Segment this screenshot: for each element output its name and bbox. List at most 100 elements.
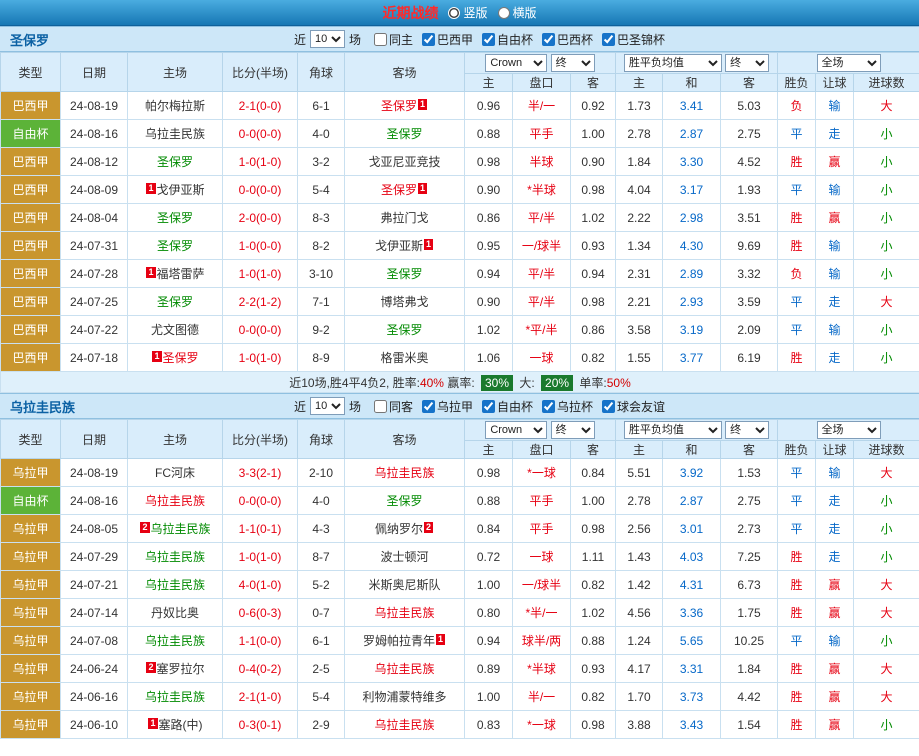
team-name[interactable]: 乌拉圭民族 <box>145 127 205 141</box>
horizontal-layout-radio[interactable] <box>498 7 510 19</box>
team-name[interactable]: 福塔雷萨 <box>157 267 205 281</box>
score-cell[interactable]: 2-1(0-0) <box>223 92 298 120</box>
asia-home-odds: 0.84 <box>465 515 513 543</box>
filter-checkbox[interactable] <box>374 400 387 413</box>
filter-option[interactable]: 自由杯 <box>482 31 533 48</box>
team-name[interactable]: 圣保罗 <box>157 211 193 225</box>
team-name-title[interactable]: 乌拉圭民族 <box>10 397 75 416</box>
team-name[interactable]: 帕尔梅拉斯 <box>145 99 205 113</box>
vertical-layout-radio[interactable] <box>448 7 460 19</box>
team-name[interactable]: 罗姆帕拉青年 <box>363 634 435 648</box>
filter-option[interactable]: 巴西杯 <box>542 31 593 48</box>
score-cell[interactable]: 1-0(1-0) <box>223 148 298 176</box>
team-name[interactable]: 圣保罗 <box>157 239 193 253</box>
team-name[interactable]: 弗拉门戈 <box>380 211 428 225</box>
team-name[interactable]: 乌拉圭民族 <box>374 466 434 480</box>
score-cell[interactable]: 1-1(0-1) <box>223 515 298 543</box>
team-name[interactable]: 乌拉圭民族 <box>145 550 205 564</box>
score-cell[interactable]: 0-0(0-0) <box>223 487 298 515</box>
europe-final-select[interactable]: 终 <box>725 54 769 72</box>
team-name[interactable]: 戈伊亚斯 <box>375 239 423 253</box>
team-name[interactable]: 圣保罗 <box>381 183 417 197</box>
filter-checkbox[interactable] <box>422 400 435 413</box>
score-cell[interactable]: 0-0(0-0) <box>223 316 298 344</box>
team-name[interactable]: 圣保罗 <box>386 267 422 281</box>
match-count-select[interactable]: 10 <box>310 397 345 415</box>
team-name[interactable]: 尤文图德 <box>151 323 199 337</box>
team-name[interactable]: 利物浦蒙特维多 <box>362 690 446 704</box>
scope-select[interactable]: 全场 <box>817 54 881 72</box>
match-count-select[interactable]: 10 <box>310 30 345 48</box>
score-cell[interactable]: 0-6(0-3) <box>223 599 298 627</box>
score-cell[interactable]: 2-2(1-2) <box>223 288 298 316</box>
score-cell[interactable]: 1-0(1-0) <box>223 344 298 372</box>
score-cell[interactable]: 0-3(0-1) <box>223 711 298 739</box>
filter-option[interactable]: 巴西甲 <box>422 31 473 48</box>
layout-option-horizontal[interactable]: 横版 <box>498 4 537 21</box>
team-name[interactable]: 丹奴比奥 <box>151 606 199 620</box>
filter-checkbox[interactable] <box>482 400 495 413</box>
score-cell[interactable]: 1-0(1-0) <box>223 543 298 571</box>
asia-final-select[interactable]: 终 <box>551 421 595 439</box>
filter-option[interactable]: 巴圣锦杯 <box>602 31 665 48</box>
team-name[interactable]: 米斯奥尼斯队 <box>368 578 440 592</box>
asia-final-select[interactable]: 终 <box>551 54 595 72</box>
filter-option[interactable]: 球会友谊 <box>602 398 665 415</box>
filter-option[interactable]: 同主 <box>374 31 413 48</box>
team-name[interactable]: 戈伊亚斯 <box>157 183 205 197</box>
filter-option[interactable]: 乌拉甲 <box>422 398 473 415</box>
filter-checkbox[interactable] <box>422 33 435 46</box>
score-cell[interactable]: 1-0(0-0) <box>223 232 298 260</box>
score-cell[interactable]: 0-4(0-2) <box>223 655 298 683</box>
handicap-result-cell: 赢 <box>816 599 854 627</box>
team-name[interactable]: 圣保罗 <box>386 494 422 508</box>
filter-checkbox[interactable] <box>602 33 615 46</box>
odds-company-select[interactable]: Crown <box>485 54 547 72</box>
score-cell[interactable]: 0-0(0-0) <box>223 176 298 204</box>
team-name-title[interactable]: 圣保罗 <box>10 30 49 49</box>
filter-checkbox[interactable] <box>542 33 555 46</box>
team-name[interactable]: 圣保罗 <box>386 127 422 141</box>
team-name[interactable]: 乌拉圭民族 <box>145 578 205 592</box>
team-name[interactable]: 乌拉圭民族 <box>145 690 205 704</box>
odds-company-select[interactable]: Crown <box>485 421 547 439</box>
filter-checkbox[interactable] <box>542 400 555 413</box>
team-name[interactable]: 格雷米奥 <box>380 351 428 365</box>
filter-option[interactable]: 同客 <box>374 398 413 415</box>
team-name[interactable]: 乌拉圭民族 <box>145 634 205 648</box>
filter-checkbox[interactable] <box>374 33 387 46</box>
score-cell[interactable]: 2-1(1-0) <box>223 683 298 711</box>
avg-odds-select[interactable]: 胜平负均值 <box>624 54 722 72</box>
score-cell[interactable]: 0-0(0-0) <box>223 120 298 148</box>
score-cell[interactable]: 4-0(1-0) <box>223 571 298 599</box>
team-name[interactable]: 圣保罗 <box>157 155 193 169</box>
team-name[interactable]: 博塔弗戈 <box>380 295 428 309</box>
team-name[interactable]: 塞路(中) <box>159 718 203 732</box>
scope-select[interactable]: 全场 <box>817 421 881 439</box>
score-cell[interactable]: 1-0(1-0) <box>223 260 298 288</box>
europe-final-select[interactable]: 终 <box>725 421 769 439</box>
team-name[interactable]: 佩纳罗尔 <box>375 522 423 536</box>
filter-checkbox[interactable] <box>482 33 495 46</box>
avg-odds-select[interactable]: 胜平负均值 <box>624 421 722 439</box>
team-name[interactable]: 乌拉圭民族 <box>145 494 205 508</box>
team-name[interactable]: FC河床 <box>155 466 195 480</box>
score-cell[interactable]: 2-0(0-0) <box>223 204 298 232</box>
team-name[interactable]: 波士顿河 <box>380 550 428 564</box>
team-name[interactable]: 乌拉圭民族 <box>374 606 434 620</box>
team-name[interactable]: 塞罗拉尔 <box>157 662 205 676</box>
filter-option[interactable]: 乌拉杯 <box>542 398 593 415</box>
team-name[interactable]: 乌拉圭民族 <box>374 662 434 676</box>
score-cell[interactable]: 1-1(0-0) <box>223 627 298 655</box>
filter-checkbox[interactable] <box>602 400 615 413</box>
score-cell[interactable]: 3-3(2-1) <box>223 459 298 487</box>
team-name[interactable]: 圣保罗 <box>163 351 199 365</box>
team-name[interactable]: 乌拉圭民族 <box>374 718 434 732</box>
team-name[interactable]: 圣保罗 <box>157 295 193 309</box>
team-name[interactable]: 圣保罗 <box>386 323 422 337</box>
layout-option-vertical[interactable]: 竖版 <box>448 4 487 21</box>
filter-option[interactable]: 自由杯 <box>482 398 533 415</box>
team-name[interactable]: 戈亚尼亚竞技 <box>368 155 440 169</box>
team-name[interactable]: 圣保罗 <box>381 99 417 113</box>
team-name[interactable]: 乌拉圭民族 <box>151 522 211 536</box>
